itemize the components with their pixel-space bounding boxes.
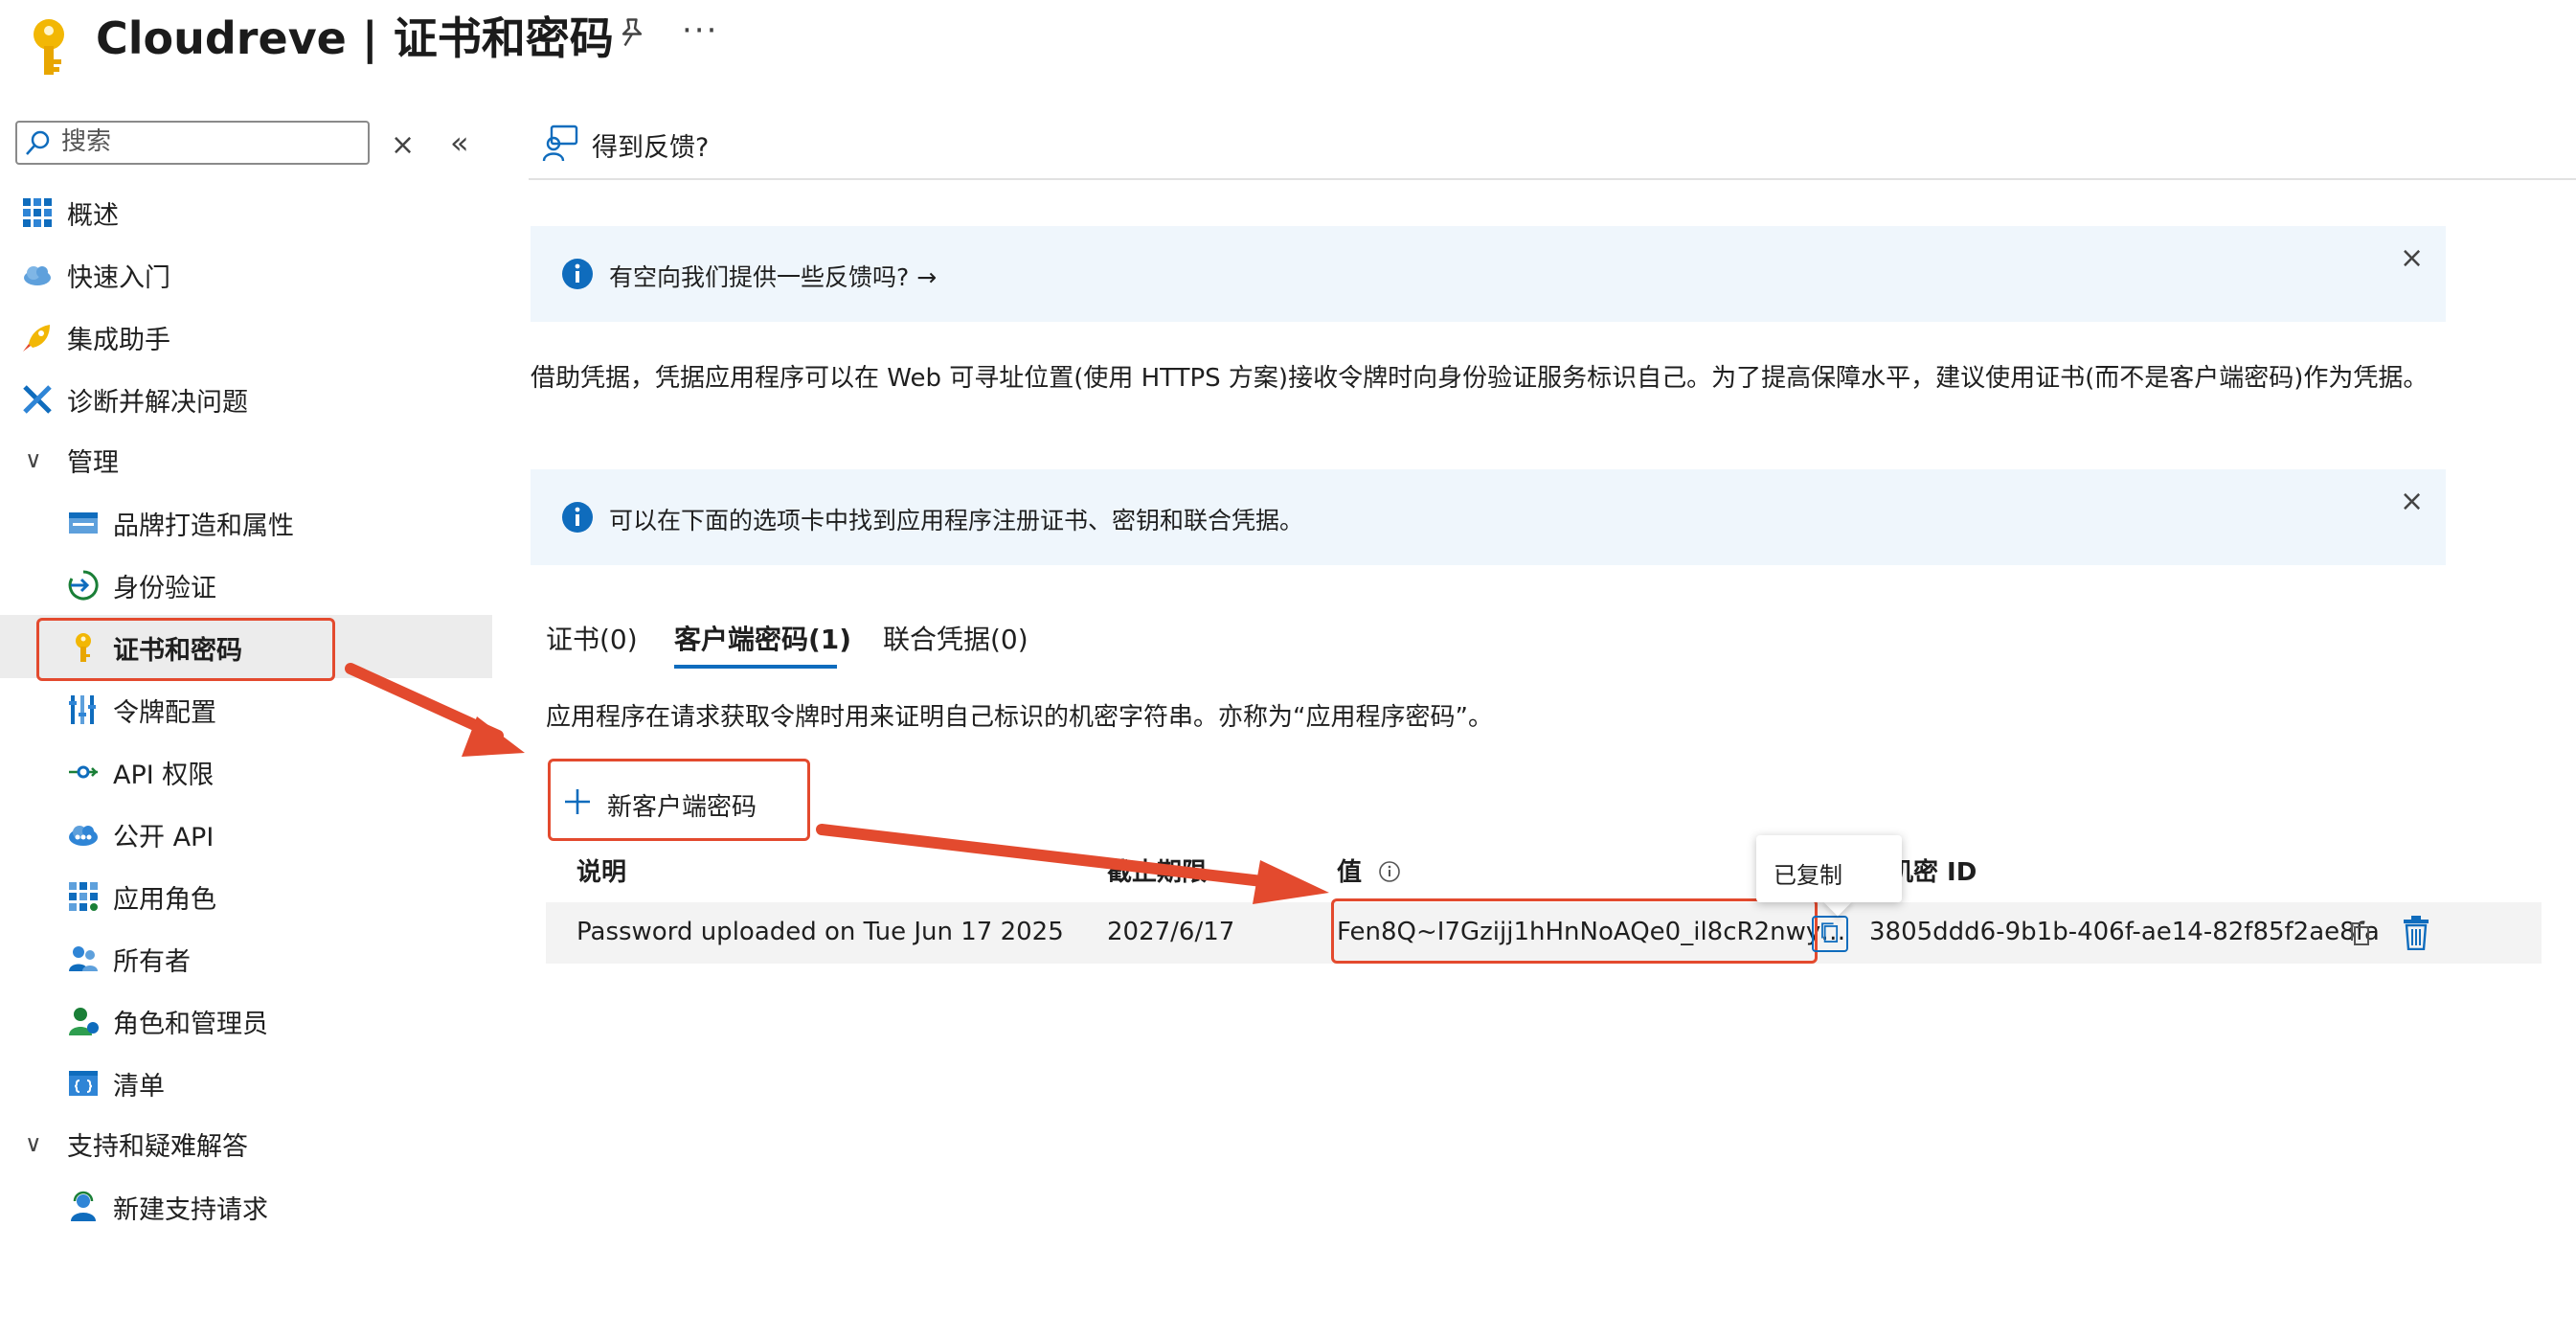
more-options-button[interactable]: ··· bbox=[682, 11, 718, 50]
feedback-person-icon[interactable] bbox=[542, 125, 580, 163]
sidebar-item-label: 新建支持请求 bbox=[113, 1194, 268, 1225]
sidebar-item-label: 概述 bbox=[67, 200, 119, 231]
support-person-icon bbox=[71, 1191, 96, 1221]
sidebar-item-label: 角色和管理员 bbox=[113, 1009, 268, 1039]
sidebar-item-label: 公开 API bbox=[113, 822, 215, 852]
sidebar-item-app-roles[interactable]: 应用角色 bbox=[67, 870, 216, 923]
annotation-highlight-box bbox=[36, 618, 335, 681]
column-header-description: 说明 bbox=[576, 858, 627, 887]
overview-grid-icon bbox=[23, 198, 52, 227]
collapse-sidebar-button[interactable]: « bbox=[450, 125, 469, 161]
sidebar-item-api-permissions[interactable]: API 权限 bbox=[67, 745, 214, 799]
sidebar-item-roles-administrators[interactable]: 角色和管理员 bbox=[67, 994, 268, 1048]
app-roles-grid-icon bbox=[69, 882, 98, 911]
sidebar-item-label: 诊断并解决问题 bbox=[67, 387, 248, 418]
quickstart-cloud-icon bbox=[24, 266, 51, 285]
sidebar-item-authentication[interactable]: 身份验证 bbox=[67, 558, 216, 612]
command-bar bbox=[529, 117, 2576, 180]
sidebar-item-token-configuration[interactable]: 令牌配置 bbox=[67, 683, 216, 737]
info-outline-icon[interactable] bbox=[1378, 860, 1401, 883]
roles-admins-icon bbox=[69, 1008, 99, 1035]
feedback-button[interactable]: 得到反馈? bbox=[592, 126, 709, 164]
sidebar-group-label: 支持和疑难解答 bbox=[67, 1131, 248, 1162]
sidebar-item-label: 身份验证 bbox=[113, 573, 216, 603]
sidebar-item-label: 令牌配置 bbox=[113, 697, 216, 728]
wrench-icon bbox=[23, 385, 52, 414]
sidebar-item-label: 所有者 bbox=[113, 946, 191, 977]
sidebar-item-label: 集成助手 bbox=[67, 325, 170, 355]
search-icon bbox=[26, 130, 50, 155]
branding-icon bbox=[69, 512, 98, 534]
chevron-down-icon: ∨ bbox=[25, 446, 42, 473]
annotation-arrow-to-new-secret bbox=[345, 663, 525, 757]
sidebar-item-manifest[interactable]: 清单 bbox=[67, 1057, 165, 1110]
copy-secret-id-icon[interactable] bbox=[2346, 920, 2375, 948]
active-tab-indicator bbox=[674, 665, 837, 669]
sidebar-group-label: 管理 bbox=[67, 447, 119, 478]
delete-icon[interactable] bbox=[2402, 916, 2430, 950]
banner-link-text[interactable]: 有空向我们提供一些反馈吗? → bbox=[609, 259, 937, 293]
tab-certificates[interactable]: 证书(0) bbox=[546, 619, 638, 657]
manifest-icon bbox=[69, 1071, 98, 1096]
column-header-value: 值 bbox=[1337, 852, 1401, 888]
chevron-down-icon: ∨ bbox=[25, 1130, 42, 1157]
annotation-highlight-box bbox=[1331, 898, 1818, 964]
authentication-icon bbox=[68, 570, 99, 601]
expose-api-cloud-icon bbox=[69, 826, 98, 846]
sidebar-item-label: API 权限 bbox=[113, 760, 215, 790]
client-secrets-description: 应用程序在请求获取令牌时用来证明自己标识的机密字符串。亦称为“应用程序密码”。 bbox=[546, 703, 1493, 732]
copy-value-icon[interactable] bbox=[1812, 916, 1848, 952]
column-header-expires: 截止期限 bbox=[1107, 858, 1208, 887]
sidebar-item-label: 清单 bbox=[113, 1071, 165, 1102]
tooltip-text: 已复制 bbox=[1774, 862, 1842, 889]
token-bars-icon bbox=[69, 695, 96, 724]
sidebar-group-manage[interactable]: ∨ 管理 bbox=[25, 433, 119, 487]
sidebar-item-quickstart[interactable]: 快速入门 bbox=[21, 248, 170, 302]
api-permissions-icon bbox=[69, 765, 98, 779]
search-input[interactable] bbox=[61, 123, 358, 161]
sidebar-item-integration-assistant[interactable]: 集成助手 bbox=[21, 310, 170, 364]
sidebar-item-label: 应用角色 bbox=[113, 884, 216, 915]
cell-expires: 2027/6/17 bbox=[1107, 918, 1235, 946]
info-icon bbox=[562, 259, 593, 289]
clear-search-button[interactable]: × bbox=[391, 128, 415, 162]
sidebar-item-expose-api[interactable]: 公开 API bbox=[67, 807, 214, 861]
owners-people-icon bbox=[69, 946, 98, 971]
close-banner-button[interactable]: × bbox=[2400, 485, 2424, 518]
sidebar-group-support[interactable]: ∨ 支持和疑难解答 bbox=[25, 1117, 248, 1170]
close-banner-button[interactable]: × bbox=[2400, 241, 2424, 275]
credentials-description: 借助凭据，凭据应用程序可以在 Web 可寻址位置(使用 HTTPS 方案)接收令… bbox=[531, 364, 2429, 393]
cell-description: Password uploaded on Tue Jun 17 2025 bbox=[576, 918, 1064, 946]
info-banner: 可以在下面的选项卡中找到应用程序注册证书、密钥和联合凭据。 × bbox=[531, 469, 2446, 565]
key-vault-logo-icon bbox=[34, 19, 64, 75]
feedback-banner: 有空向我们提供一些反馈吗? → × bbox=[531, 226, 2446, 322]
tab-client-secrets[interactable]: 客户端密码(1) bbox=[674, 619, 851, 657]
sidebar-item-branding[interactable]: 品牌打造和属性 bbox=[67, 496, 294, 550]
sidebar-item-diagnose[interactable]: 诊断并解决问题 bbox=[21, 373, 248, 426]
annotation-highlight-box bbox=[548, 759, 810, 841]
info-icon bbox=[562, 502, 593, 533]
annotation-arrow-to-value bbox=[816, 824, 1329, 904]
banner-text: 可以在下面的选项卡中找到应用程序注册证书、密钥和联合凭据。 bbox=[609, 507, 1304, 534]
sidebar-item-new-support-request[interactable]: 新建支持请求 bbox=[67, 1180, 268, 1234]
cell-secret-id: 3805ddd6-9b1b-406f-ae14-82f85f2ae8fa bbox=[1869, 918, 2380, 946]
rocket-icon bbox=[23, 325, 50, 352]
page-title: Cloudreve | 证书和密码 bbox=[96, 12, 614, 64]
column-header-value-label: 值 bbox=[1337, 858, 1363, 887]
pin-icon[interactable] bbox=[615, 15, 649, 50]
sidebar-item-owners[interactable]: 所有者 bbox=[67, 932, 191, 986]
sidebar-item-label: 快速入门 bbox=[67, 262, 170, 293]
sidebar-item-overview[interactable]: 概述 bbox=[21, 186, 119, 239]
sidebar-item-label: 品牌打造和属性 bbox=[113, 511, 294, 541]
tab-federated-credentials[interactable]: 联合凭据(0) bbox=[883, 619, 1028, 657]
